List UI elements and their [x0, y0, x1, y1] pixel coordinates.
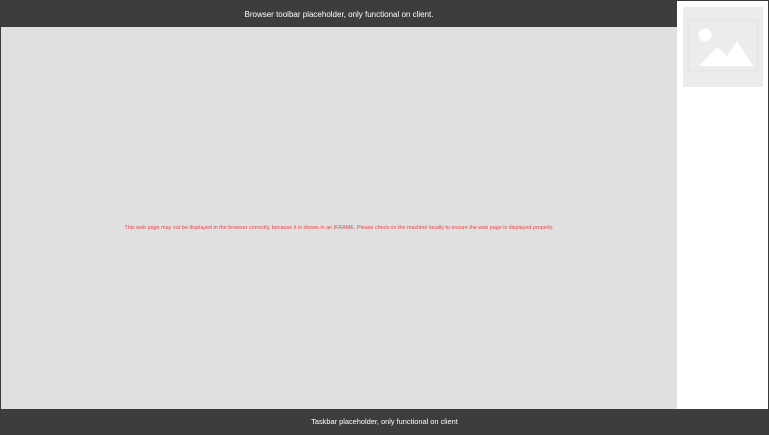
taskbar-label: Taskbar placeholder, only functional on …	[311, 417, 458, 426]
iframe-warning-text: This web page may not be displayed in th…	[124, 225, 554, 231]
thumbnail-sidebar	[677, 1, 768, 409]
browser-toolbar: Browser toolbar placeholder, only functi…	[1, 1, 677, 27]
page-thumbnail[interactable]	[683, 7, 763, 87]
taskbar: Taskbar placeholder, only functional on …	[1, 409, 768, 434]
remote-desktop-frame: Browser toolbar placeholder, only functi…	[0, 0, 769, 435]
web-page-viewport[interactable]: This web page may not be displayed in th…	[1, 27, 677, 409]
image-placeholder-icon	[687, 19, 759, 73]
browser-toolbar-label: Browser toolbar placeholder, only functi…	[244, 9, 434, 19]
